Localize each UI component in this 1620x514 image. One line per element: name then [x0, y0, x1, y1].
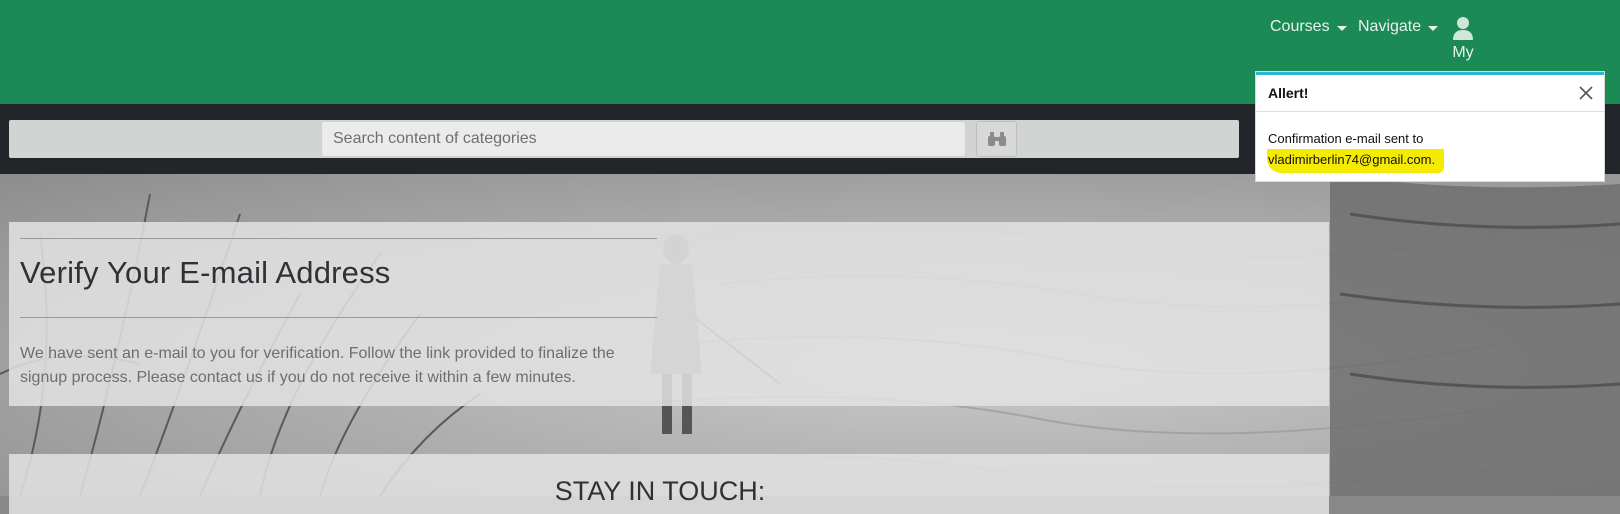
- toast-email: vladimirberlin74@gmail.com.: [1267, 149, 1445, 173]
- binoculars-icon: [987, 132, 1006, 146]
- nav-navigate-label: Navigate: [1358, 18, 1422, 35]
- stay-in-touch-title: STAY IN TOUCH:: [554, 476, 766, 506]
- nav-courses-dropdown[interactable]: Courses: [1270, 18, 1347, 36]
- search-input[interactable]: [321, 121, 966, 157]
- search-button[interactable]: [976, 121, 1017, 157]
- divider: [20, 317, 657, 318]
- user-menu[interactable]: My: [1438, 16, 1488, 62]
- close-icon[interactable]: [1578, 85, 1594, 101]
- toast-message: Confirmation e-mail sent to: [1268, 131, 1424, 146]
- chevron-down-icon: [1336, 25, 1347, 31]
- toast-header: Allert!: [1256, 75, 1604, 112]
- toast-title: Allert!: [1268, 85, 1309, 101]
- alert-toast: Allert! Confirmation e-mail sent to vlad…: [1256, 72, 1604, 181]
- user-icon: [1453, 17, 1473, 40]
- nav-courses-label: Courses: [1270, 18, 1330, 35]
- toast-body: Confirmation e-mail sent to vladimirberl…: [1267, 128, 1445, 173]
- chevron-down-icon: [1428, 25, 1439, 31]
- divider: [20, 238, 657, 239]
- verify-message: We have sent an e-mail to you for verifi…: [20, 345, 615, 386]
- user-menu-label: My: [1452, 44, 1474, 61]
- nav-navigate-dropdown[interactable]: Navigate: [1358, 18, 1439, 36]
- page-title: Verify Your E-mail Address: [20, 255, 391, 290]
